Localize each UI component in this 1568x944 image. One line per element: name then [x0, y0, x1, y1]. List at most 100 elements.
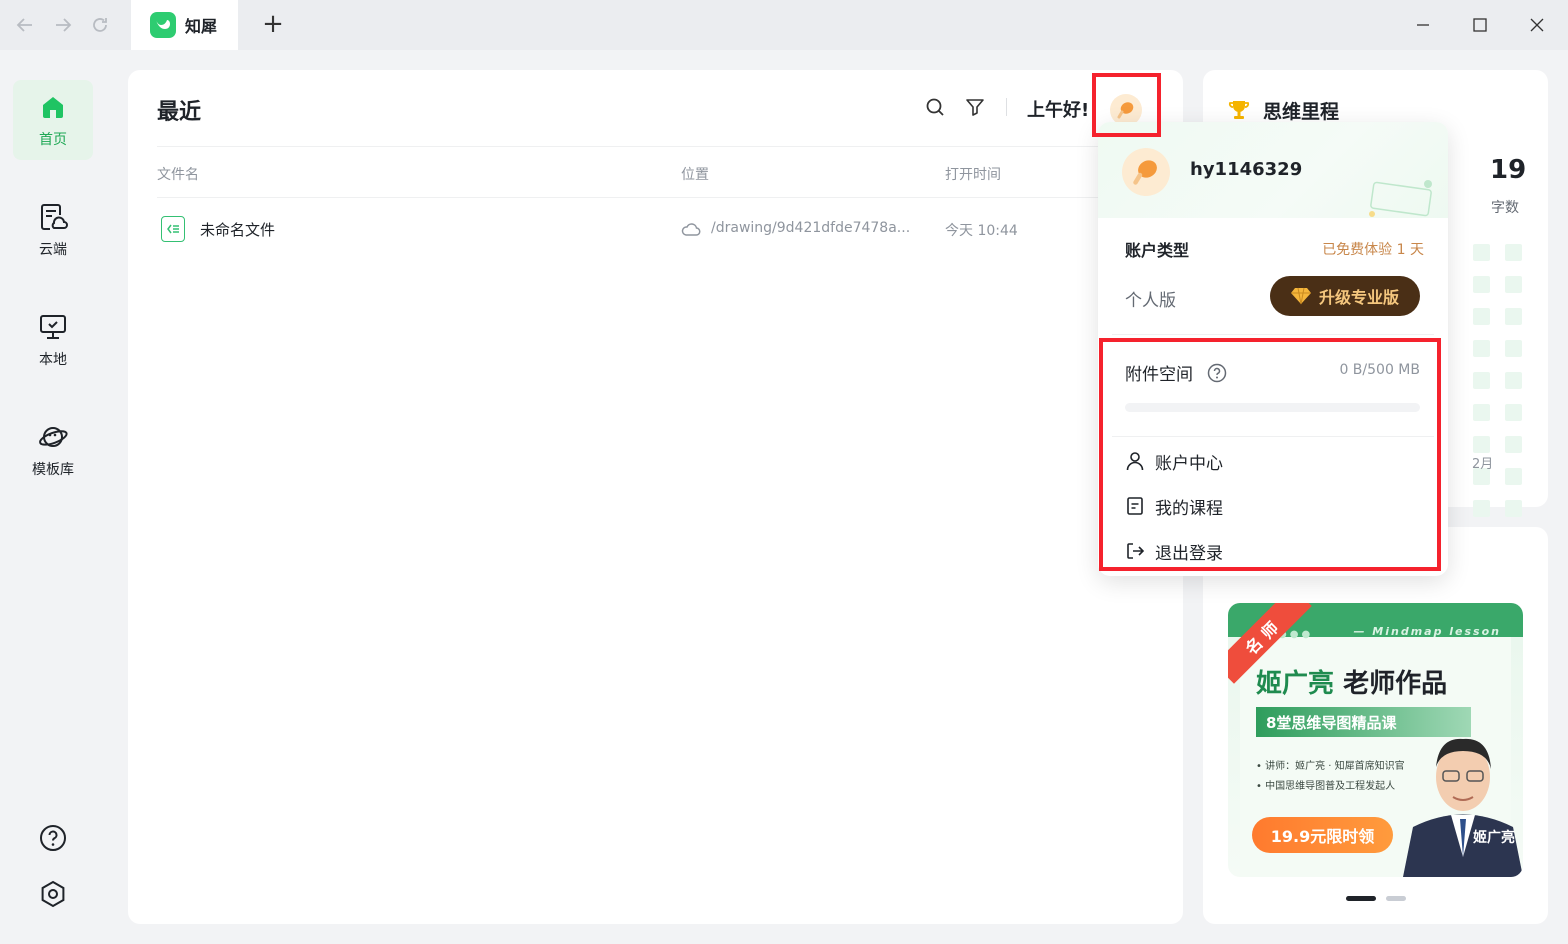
monitor-icon: [37, 311, 69, 343]
title-bar: 知犀 +: [0, 0, 1568, 50]
word-count-value: 19: [1490, 155, 1527, 185]
popup-divider: [1112, 436, 1434, 437]
banner-title-name: 姬广亮: [1256, 669, 1335, 699]
account-type-label: 账户类型: [1125, 241, 1190, 260]
word-count-label: 字数: [1491, 200, 1519, 216]
heatmap-cell: [1505, 404, 1522, 421]
close-icon[interactable]: [1524, 12, 1550, 38]
trophy-icon: [1228, 101, 1250, 119]
heatmap-cell: [1505, 308, 1522, 325]
trial-status: 已免费体验 1 天: [1322, 242, 1424, 258]
cloud-file-icon: [37, 201, 69, 233]
sidebar-item-label: 本地: [39, 352, 67, 368]
banner-bullet-1: • 讲师：姬广亮 · 知犀首席知识官: [1256, 761, 1405, 772]
heatmap-cell: [1473, 372, 1490, 389]
decoration-card-icon: [1369, 180, 1432, 217]
heatmap-cell: [1473, 404, 1490, 421]
sidebar-item-home[interactable]: 首页: [13, 80, 93, 160]
settings-icon[interactable]: [38, 879, 68, 909]
heatmap-cell: [1473, 340, 1490, 357]
attachment-usage: 0 B/500 MB: [1339, 362, 1420, 378]
column-header-name[interactable]: 文件名: [157, 164, 199, 184]
carousel-dot[interactable]: [1386, 896, 1406, 901]
upgrade-button[interactable]: 升级专业版: [1270, 276, 1420, 316]
milestone-title: 思维里程: [1263, 101, 1340, 123]
cloud-icon: [681, 223, 701, 236]
menu-item-label: 退出登录: [1155, 543, 1223, 564]
carousel-dot-active[interactable]: [1346, 896, 1376, 901]
heatmap-cell: [1473, 500, 1490, 517]
minimize-icon[interactable]: [1410, 12, 1436, 38]
banner-tagline: — Mindmap lesson: [1353, 625, 1501, 638]
heatmap-cell: [1505, 340, 1522, 357]
sidebar-item-label: 云端: [39, 242, 67, 258]
sidebar-item-templates[interactable]: 模板库: [13, 410, 93, 490]
refresh-icon[interactable]: [88, 13, 112, 37]
diamond-icon: [1290, 287, 1311, 305]
username: hy1146329: [1190, 159, 1303, 180]
maximize-icon[interactable]: [1467, 12, 1493, 38]
heatmap-cell: [1505, 500, 1522, 517]
banner-bullet-text: 中国思维导图普及工程发起人: [1265, 781, 1396, 792]
new-tab-button[interactable]: +: [260, 9, 286, 39]
filter-icon[interactable]: [964, 96, 986, 118]
heatmap-cell: [1473, 276, 1490, 293]
heatmap-cell: [1505, 276, 1522, 293]
logout-icon: [1125, 541, 1145, 561]
banner-bullet-2: • 中国思维导图普及工程发起人: [1256, 781, 1396, 792]
menu-item-account-center[interactable]: 账户中心: [1125, 448, 1223, 474]
banner-bullet-text: 讲师：姬广亮 · 知犀首席知识官: [1265, 761, 1405, 772]
menu-item-label: 我的课程: [1155, 498, 1223, 519]
page-title: 最近: [157, 100, 202, 125]
heatmap-cell: [1473, 308, 1490, 325]
header-divider: [157, 146, 1157, 147]
drumstick-avatar-icon: [1117, 102, 1134, 119]
menu-item-label: 账户中心: [1155, 453, 1223, 474]
toolbar-divider: [1006, 98, 1007, 116]
zhixi-logo-icon: [150, 12, 176, 38]
banner-title: 姬广亮 老师作品: [1256, 663, 1447, 700]
heatmap-cell: [1505, 436, 1522, 453]
heatmap-cell: [1505, 468, 1522, 485]
banner-title-suffix: 老师作品: [1334, 669, 1448, 699]
forward-icon[interactable]: [51, 13, 75, 37]
menu-item-logout[interactable]: 退出登录: [1125, 538, 1223, 564]
drumstick-avatar-icon: [1133, 160, 1157, 185]
column-header-opened[interactable]: 打开时间: [945, 164, 1001, 184]
column-header-location[interactable]: 位置: [681, 164, 709, 184]
mindmap-file-icon: [161, 216, 185, 242]
heatmap-cell: [1505, 372, 1522, 389]
banner-cta-button[interactable]: 19.9元限时领: [1252, 817, 1393, 853]
attachment-progress-bar: [1125, 403, 1420, 412]
popup-avatar: [1122, 148, 1170, 196]
sidebar-item-local[interactable]: 本地: [13, 300, 93, 380]
home-icon: [37, 91, 69, 123]
tab-zhixi[interactable]: 知犀: [131, 0, 238, 50]
plan-name: 个人版: [1125, 291, 1176, 311]
sidebar-item-label: 首页: [39, 132, 67, 148]
search-icon[interactable]: [924, 96, 946, 118]
back-icon[interactable]: [13, 13, 37, 37]
file-opened-time: 今天 10:44: [945, 223, 1018, 239]
tab-label: 知犀: [185, 17, 218, 36]
attachment-space-label: 附件空间: [1125, 365, 1193, 385]
file-location: /drawing/9d421dfde7478a...: [711, 220, 911, 236]
upgrade-label: 升级专业版: [1318, 288, 1399, 307]
account-popup: hy1146329 账户类型 已免费体验 1 天 个人版 升级专业版 附件空间 …: [1098, 122, 1448, 576]
sidebar-item-cloud[interactable]: 云端: [13, 190, 93, 270]
recent-panel: 最近 上午好! 文件名 位置 打开时间 未命名文件 /drawing/9d421…: [128, 70, 1183, 924]
planet-icon: [37, 421, 69, 453]
help-icon[interactable]: [38, 823, 68, 853]
instructor-name: 姬广亮: [1473, 830, 1515, 846]
menu-item-my-courses[interactable]: 我的课程: [1125, 493, 1223, 519]
file-name: 未命名文件: [200, 221, 276, 239]
instructor-photo: [1403, 738, 1523, 877]
column-divider: [157, 197, 1157, 198]
popup-divider: [1112, 334, 1434, 335]
course-banner[interactable]: ●●● — Mindmap lesson 名师 姬广亮 老师作品 8堂思维导图精…: [1228, 603, 1523, 877]
greeting-text: 上午好!: [1027, 100, 1090, 121]
sidebar-item-label: 模板库: [32, 462, 74, 478]
heatmap-cell: [1505, 244, 1522, 261]
heatmap-cell: [1473, 244, 1490, 261]
help-circle-icon[interactable]: [1207, 363, 1227, 383]
